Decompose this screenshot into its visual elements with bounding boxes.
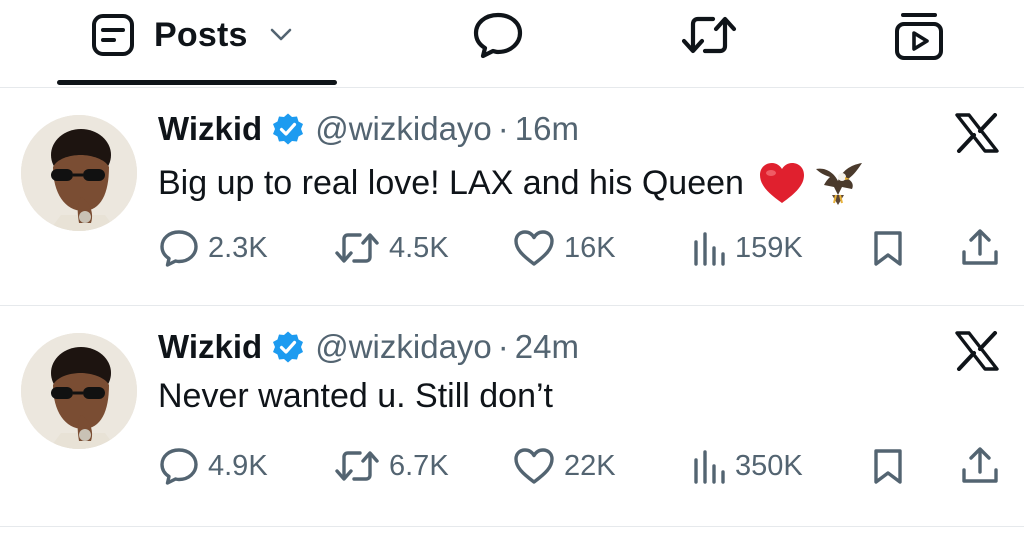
x-logo-icon (955, 113, 999, 153)
tab-replies[interactable] (471, 10, 525, 60)
timestamp[interactable]: 24m (515, 328, 579, 366)
share-button[interactable] (960, 225, 1000, 271)
analytics-icon (694, 450, 725, 484)
media-icon (895, 13, 943, 60)
tweet-header: Wizkid @wizkidayo · 24m (158, 325, 579, 369)
share-button[interactable] (960, 443, 1000, 489)
verified-badge-icon[interactable] (271, 112, 305, 146)
tab-reposts[interactable] (679, 10, 739, 60)
views-button[interactable]: 159K (691, 225, 803, 271)
heart-icon (514, 448, 554, 484)
reply-button[interactable]: 2.3K (158, 225, 268, 271)
reply-count: 4.9K (208, 449, 268, 482)
views-count: 159K (735, 231, 803, 264)
x-logo-icon (955, 331, 999, 371)
like-button[interactable]: 16K (512, 225, 616, 271)
like-button[interactable]: 22K (512, 443, 616, 489)
bookmark-button[interactable] (870, 225, 906, 271)
views-count: 350K (735, 449, 803, 482)
posts-icon (92, 14, 134, 56)
tweet-actions: 4.9K 6.7K 22K 350K (158, 443, 1008, 489)
tab-posts[interactable]: Posts (90, 12, 292, 58)
repost-count: 4.5K (389, 231, 449, 264)
profile-tab-bar: Posts (0, 0, 1024, 88)
repost-count: 6.7K (389, 449, 449, 482)
red-heart-emoji (759, 163, 804, 203)
tweet[interactable]: Wizkid @wizkidayo · 24m Never wanted u. … (0, 307, 1024, 527)
tab-posts-label: Posts (154, 15, 248, 54)
reply-icon (160, 230, 198, 267)
avatar[interactable] (21, 115, 137, 231)
tweet[interactable]: Wizkid @wizkidayo · 16m Big up to real l… (0, 89, 1024, 306)
tweet-text: Never wanted u. Still don’t (158, 377, 553, 416)
separator-dot: · (497, 328, 509, 365)
eagle-emoji (815, 163, 862, 205)
author-name[interactable]: Wizkid (158, 110, 262, 148)
author-name[interactable]: Wizkid (158, 328, 262, 366)
share-icon (962, 447, 998, 483)
tweet-text: Big up to real love! LAX and his Queen (158, 159, 864, 207)
repost-icon (335, 233, 379, 263)
like-count: 16K (564, 231, 616, 264)
like-count: 22K (564, 449, 616, 482)
repost-button[interactable]: 6.7K (333, 443, 449, 489)
reply-icon (473, 12, 523, 59)
separator-dot: · (497, 110, 509, 147)
author-handle[interactable]: @wizkidayo (315, 328, 492, 366)
bookmark-button[interactable] (870, 443, 906, 489)
reply-icon (160, 448, 198, 485)
reply-button[interactable]: 4.9K (158, 443, 268, 489)
verified-badge-icon[interactable] (271, 330, 305, 364)
bookmark-icon (874, 231, 902, 266)
reply-count: 2.3K (208, 231, 268, 264)
share-icon (962, 229, 998, 265)
repost-icon (335, 451, 379, 481)
bookmark-icon (874, 449, 902, 484)
author-handle[interactable]: @wizkidayo (315, 110, 492, 148)
tweet-actions: 2.3K 4.5K 16K 159K (158, 225, 1008, 271)
avatar[interactable] (21, 333, 137, 449)
tweet-header: Wizkid @wizkidayo · 16m (158, 107, 579, 151)
repost-button[interactable]: 4.5K (333, 225, 449, 271)
tab-media[interactable] (892, 10, 946, 62)
timestamp[interactable]: 16m (515, 110, 579, 148)
views-button[interactable]: 350K (691, 443, 803, 489)
chevron-down-icon[interactable] (270, 28, 292, 42)
tweet-text-content: Big up to real love! LAX and his Queen (158, 163, 744, 202)
analytics-icon (694, 232, 725, 266)
repost-icon (681, 16, 737, 54)
heart-icon (514, 230, 554, 266)
active-tab-indicator (57, 80, 337, 85)
tweet-text-content: Never wanted u. Still don’t (158, 377, 553, 415)
